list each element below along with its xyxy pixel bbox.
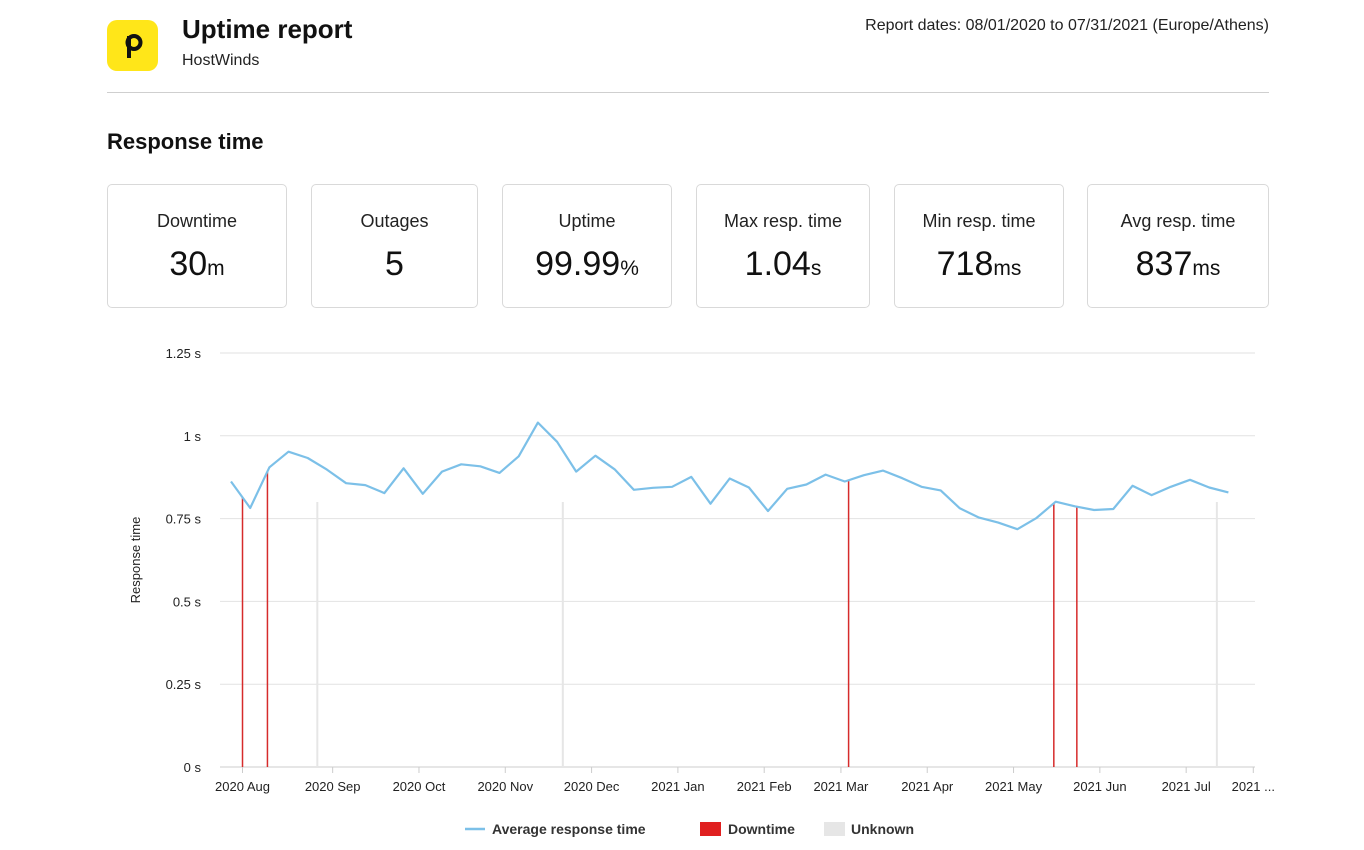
x-tick-label: 2021 Feb [737, 779, 792, 794]
x-tick-label: 2021 ... [1232, 779, 1275, 794]
y-tick-label: 1 s [184, 429, 202, 444]
x-tick-label: 2021 Jan [651, 779, 705, 794]
x-tick-label: 2021 Apr [901, 779, 954, 794]
y-tick-label: 0.25 s [166, 677, 202, 692]
y-axis-title: Response time [128, 517, 143, 604]
x-tick-label: 2020 Oct [393, 779, 446, 794]
y-tick-label: 0 s [184, 760, 202, 775]
legend-label: Unknown [851, 821, 914, 837]
x-tick-label: 2021 Jun [1073, 779, 1127, 794]
x-tick-label: 2021 May [985, 779, 1043, 794]
series-line-average-response-time [230, 421, 1229, 531]
x-tick-label: 2021 Mar [813, 779, 869, 794]
response-time-chart: 0 s 0.25 s 0.5 s 0.75 s 1 s 1.25 s 2020 Aug 202… [128, 346, 1275, 837]
y-tick-label: 0.75 s [166, 512, 202, 527]
legend-label: Average response time [492, 821, 646, 837]
legend-box-swatch [824, 822, 845, 836]
y-tick-label: 0.5 s [173, 594, 202, 609]
x-tick-label: 2021 Jul [1162, 779, 1211, 794]
x-tick-label: 2020 Aug [215, 779, 270, 794]
x-tick-label: 2020 Nov [477, 779, 533, 794]
y-tick-label: 1.25 s [166, 346, 202, 361]
legend-box-swatch [700, 822, 721, 836]
x-tick-label: 2020 Dec [564, 779, 620, 794]
legend-label: Downtime [728, 821, 795, 837]
x-tick-label: 2020 Sep [305, 779, 361, 794]
